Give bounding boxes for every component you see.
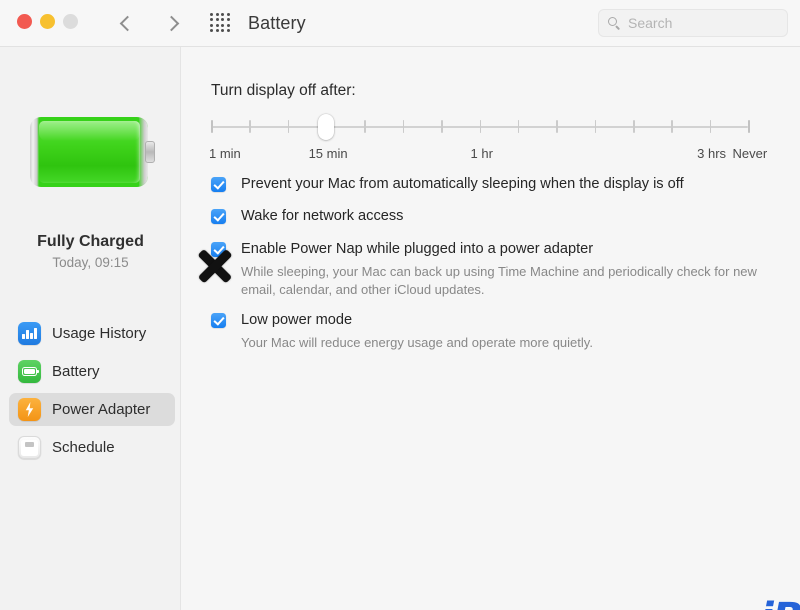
battery-status-timestamp: Today, 09:15 <box>52 255 129 270</box>
slider-label: 3 hrs <box>697 146 727 161</box>
zoom-button[interactable] <box>63 14 78 29</box>
option-row-wake-network[interactable]: Wake for network access <box>211 207 781 226</box>
display-sleep-slider[interactable] <box>211 114 750 140</box>
options-list: Prevent your Mac from automatically slee… <box>211 175 781 352</box>
search-icon <box>608 16 621 30</box>
slider-label: Never <box>732 146 768 161</box>
sidebar-item-usage-history[interactable]: Usage History <box>9 317 175 350</box>
checkbox-wake-network[interactable] <box>211 209 226 224</box>
option-row-low-power-mode[interactable]: Low power mode <box>211 311 781 330</box>
option-description-low-power-mode: Your Mac will reduce energy usage and op… <box>241 335 593 350</box>
slider-tick <box>594 120 597 133</box>
slider-tick <box>556 120 558 133</box>
slider-tick-labels: 1 min 15 min 1 hr 3 hrs Never <box>209 146 767 164</box>
traffic-lights <box>17 14 78 29</box>
slider-label: 1 hr <box>470 146 493 161</box>
schedule-icon <box>18 436 41 459</box>
slider-title: Turn display off after: <box>211 82 356 99</box>
sidebar-item-label: Usage History <box>52 325 147 342</box>
battery-preferences-window: Battery Search Fully Charged Today, 09:1… <box>0 0 800 610</box>
slider-knob[interactable] <box>318 114 335 140</box>
search-field[interactable]: Search <box>598 9 788 37</box>
sidebar-item-label: Schedule <box>52 439 115 456</box>
option-label: Wake for network access <box>241 208 404 224</box>
checkbox-prevent-sleep[interactable] <box>211 177 226 192</box>
slider-tick <box>211 120 213 133</box>
slider-tick <box>709 120 712 133</box>
battery-status-illustration <box>30 117 156 187</box>
power-adapter-icon <box>18 398 41 421</box>
watermark-logo: iBoysoft <box>760 595 800 610</box>
watermark: iBoysoft ? wsxdn.com <box>760 595 800 610</box>
slider-tick <box>441 120 443 133</box>
slider-label: 1 min <box>209 146 241 161</box>
sidebar: Fully Charged Today, 09:15 Usage History… <box>0 47 181 610</box>
chevron-left-icon <box>119 15 135 31</box>
battery-status-title: Fully Charged <box>37 233 144 250</box>
checkbox-low-power-mode[interactable] <box>211 313 226 328</box>
slider-tick <box>748 120 750 133</box>
sidebar-item-schedule[interactable]: Schedule <box>9 431 175 464</box>
usage-history-icon <box>18 322 41 345</box>
sidebar-item-label: Power Adapter <box>52 401 151 418</box>
chevron-right-icon <box>163 15 179 31</box>
option-label: Prevent your Mac from automatically slee… <box>241 176 684 192</box>
back-button[interactable] <box>114 10 140 36</box>
option-description-power-nap: While sleeping, your Mac can back up usi… <box>241 264 757 297</box>
sidebar-item-battery[interactable]: Battery <box>9 355 175 388</box>
option-label: Enable Power Nap while plugged into a po… <box>241 241 594 257</box>
slider-tick <box>671 120 673 133</box>
slider-tick <box>479 120 482 133</box>
show-all-preferences-icon[interactable] <box>210 13 231 33</box>
option-row-power-nap[interactable]: Enable Power Nap while plugged into a po… <box>211 240 781 259</box>
window-titlebar: Battery Search <box>0 0 800 47</box>
checkbox-power-nap[interactable] <box>211 242 226 257</box>
sidebar-item-label: Battery <box>52 363 100 380</box>
page-title: Battery <box>248 13 306 33</box>
search-placeholder: Search <box>628 15 673 31</box>
sidebar-nav: Usage History Battery Power Adapter Sche… <box>9 317 175 469</box>
minimize-button[interactable] <box>40 14 55 29</box>
battery-icon <box>18 360 41 383</box>
slider-tick <box>364 120 367 133</box>
forward-button[interactable] <box>158 10 184 36</box>
option-row-prevent-sleep[interactable]: Prevent your Mac from automatically slee… <box>211 175 781 194</box>
close-button[interactable] <box>17 14 32 29</box>
slider-label: 15 min <box>308 146 348 161</box>
slider-tick <box>632 120 635 133</box>
option-label: Low power mode <box>241 312 353 328</box>
sidebar-item-power-adapter[interactable]: Power Adapter <box>9 393 175 426</box>
main-content: Turn display off after: 1 min 15 min 1 hr 3… <box>182 47 800 610</box>
slider-tick <box>249 120 251 133</box>
